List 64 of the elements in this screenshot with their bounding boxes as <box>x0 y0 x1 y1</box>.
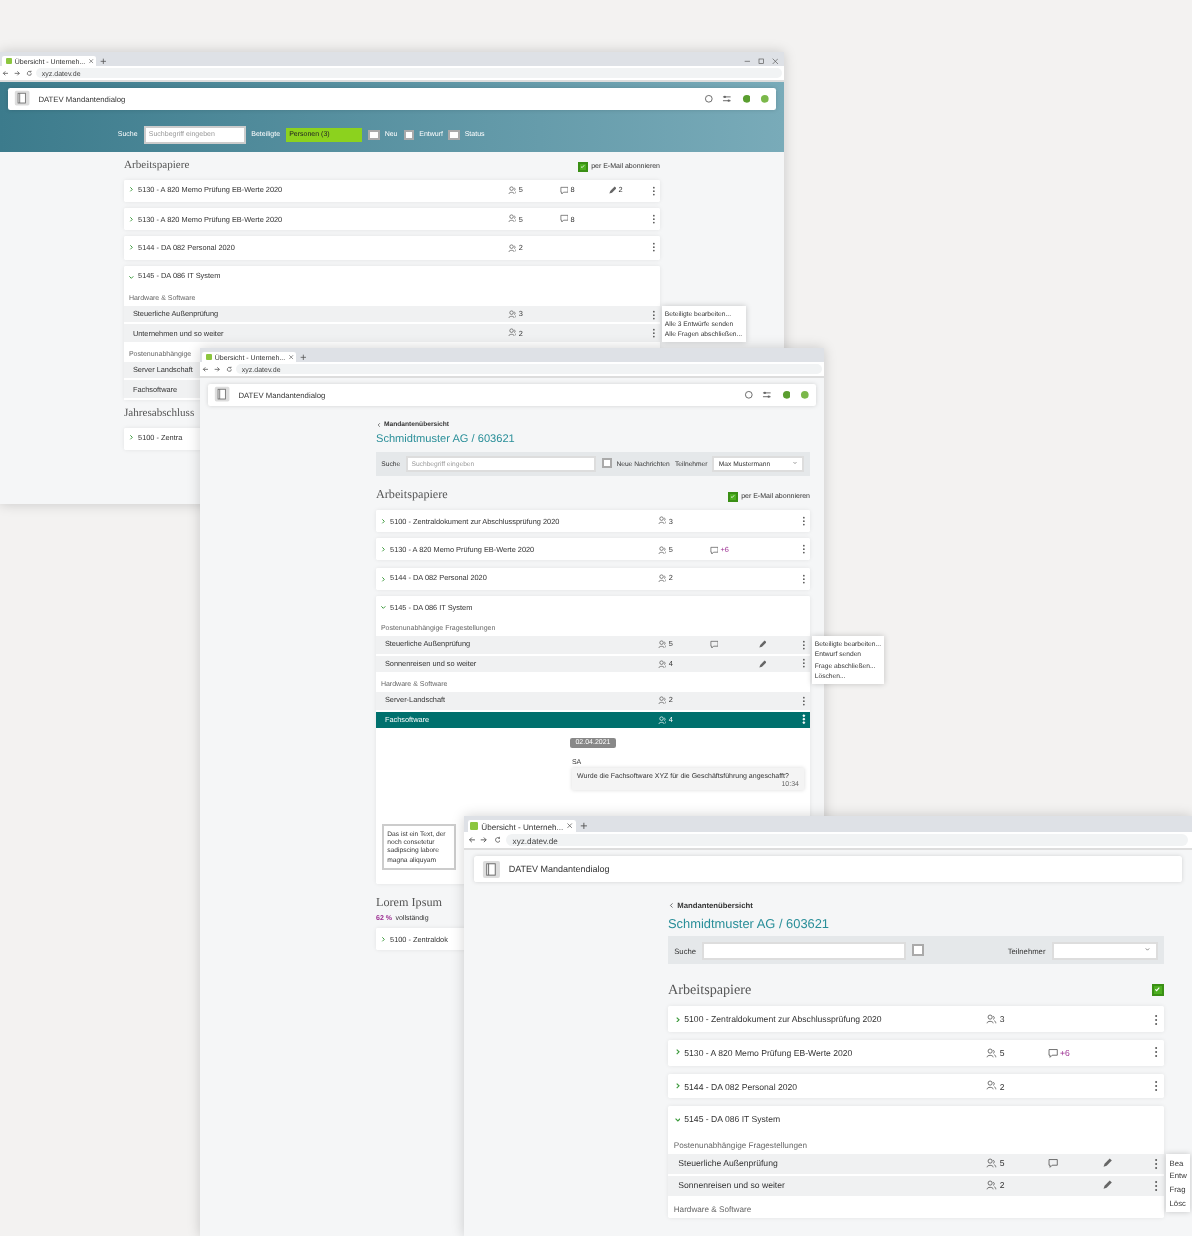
chevron-right-icon[interactable] <box>673 1015 681 1023</box>
comment-icon <box>709 640 719 650</box>
maximize-icon[interactable] <box>757 57 765 64</box>
pencil-icon[interactable] <box>607 185 617 195</box>
comment-icon <box>709 545 719 555</box>
comment-icon <box>1047 1158 1058 1169</box>
forward-icon[interactable] <box>14 69 21 77</box>
sliders-icon[interactable] <box>722 93 733 104</box>
new-tab-icon[interactable] <box>299 353 307 361</box>
people-icon <box>657 696 667 706</box>
new-tab-icon[interactable] <box>99 57 107 65</box>
minimize-icon[interactable] <box>743 57 751 64</box>
comment-icon <box>559 185 569 195</box>
close-icon[interactable] <box>771 57 779 64</box>
people-icon <box>657 545 667 555</box>
people-icon <box>986 1080 998 1092</box>
more-icon[interactable] <box>801 714 806 725</box>
back-icon[interactable] <box>202 365 210 373</box>
favicon-icon <box>5 57 13 65</box>
people-icon <box>507 214 517 224</box>
chevron-right-icon[interactable] <box>673 1048 681 1057</box>
close-icon[interactable] <box>287 353 294 361</box>
checkbox[interactable] <box>601 458 612 469</box>
forward-icon[interactable] <box>214 365 221 373</box>
chevron-down-icon[interactable] <box>128 273 136 281</box>
people-icon <box>507 328 517 338</box>
people-icon <box>657 574 667 584</box>
forward-icon[interactable] <box>480 836 489 845</box>
search-field[interactable] <box>702 941 907 960</box>
checkbox[interactable] <box>727 491 739 502</box>
people-icon <box>657 640 667 650</box>
sliders-icon[interactable] <box>762 389 773 400</box>
reload-icon[interactable] <box>225 365 232 373</box>
new-tab-icon[interactable] <box>579 822 588 831</box>
reload-icon[interactable] <box>25 69 32 77</box>
people-icon <box>657 715 667 725</box>
people-icon <box>986 1158 998 1169</box>
people-icon <box>507 243 517 253</box>
people-icon <box>657 659 667 669</box>
favicon-icon <box>205 353 213 361</box>
chevron-down-icon[interactable] <box>380 604 388 611</box>
checkbox[interactable] <box>577 161 589 172</box>
reload-icon[interactable] <box>493 836 501 845</box>
checkbox[interactable] <box>403 129 414 140</box>
chevron-left-icon[interactable] <box>668 901 675 909</box>
people-icon <box>986 1013 998 1025</box>
people-icon <box>507 185 517 195</box>
comment-icon <box>1047 1047 1058 1058</box>
back-icon[interactable] <box>467 836 476 845</box>
caret-down-icon[interactable] <box>1144 946 1152 954</box>
back-icon[interactable] <box>2 69 10 77</box>
close-icon[interactable] <box>565 822 574 831</box>
people-icon <box>657 516 667 526</box>
people-icon <box>986 1180 998 1191</box>
comment-icon <box>559 214 569 224</box>
favicon-icon <box>470 822 479 831</box>
checkbox[interactable] <box>912 944 925 957</box>
close-icon[interactable] <box>87 57 94 65</box>
chevron-right-icon[interactable] <box>673 1082 681 1090</box>
checkbox[interactable] <box>368 129 380 140</box>
checkbox[interactable] <box>1151 983 1164 996</box>
checkbox[interactable] <box>448 129 460 140</box>
people-icon <box>507 309 517 319</box>
people-icon <box>986 1047 998 1058</box>
